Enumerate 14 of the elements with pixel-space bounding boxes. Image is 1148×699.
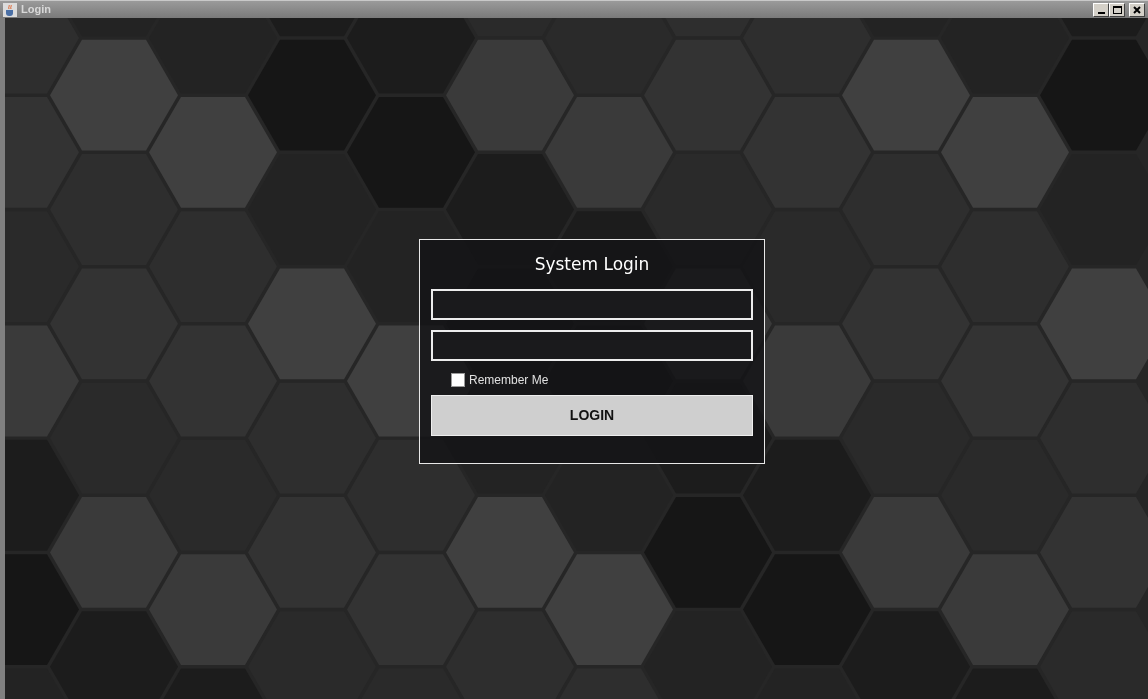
password-field[interactable] [431, 329, 753, 361]
panel-title: System Login [533, 253, 651, 276]
username-field[interactable] [431, 288, 753, 320]
close-button[interactable] [1129, 2, 1145, 17]
window-title: Login [21, 2, 51, 18]
minimize-icon [1097, 11, 1105, 14]
java-cup-icon [3, 2, 17, 17]
maximize-button[interactable] [1109, 2, 1125, 17]
close-icon [1133, 5, 1141, 14]
remember-label: Remember Me [469, 371, 549, 389]
maximize-icon [1112, 5, 1122, 14]
minimize-button[interactable] [1093, 2, 1109, 17]
login-button[interactable]: LOGIN [431, 394, 753, 436]
remember-checkbox[interactable] [451, 372, 465, 387]
